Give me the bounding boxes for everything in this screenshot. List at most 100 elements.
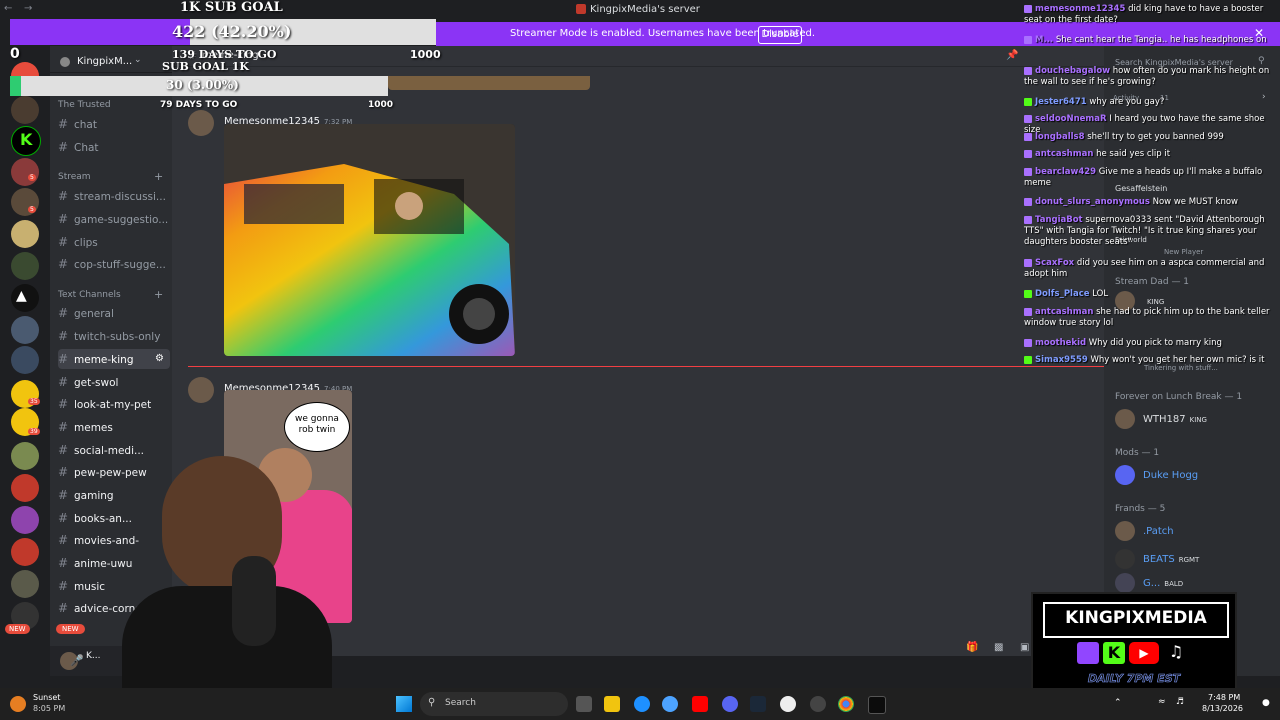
server-rail: K ▲ NEW 5 5 35 39 — [0, 46, 50, 676]
pin-icon[interactable]: 📌 — [1006, 50, 1018, 61]
channel-stream-discussion[interactable]: # stream-discussi... — [58, 186, 170, 206]
avatar — [1115, 409, 1135, 429]
chat-message: donut_slurs_anonymous Now we MUST know — [1024, 197, 1278, 208]
hash-icon: # — [58, 443, 69, 457]
category-text-channels[interactable]: Text Channels — [58, 290, 121, 300]
notification-icon[interactable]: ● — [1262, 698, 1270, 708]
terminal-icon[interactable] — [868, 696, 886, 714]
app-icon[interactable] — [662, 696, 678, 712]
steam-icon[interactable] — [750, 696, 766, 712]
server-icon-7[interactable]: ▲ — [11, 284, 39, 312]
hash-icon: # — [58, 257, 69, 271]
channel-twitch-subs-only[interactable]: # twitch-subs-only — [58, 326, 170, 346]
gift-icon[interactable]: 🎁 — [966, 642, 978, 653]
gif-icon[interactable]: ▩ — [994, 642, 1003, 653]
weather-icon[interactable] — [10, 696, 26, 712]
server-icon-6[interactable] — [11, 252, 39, 280]
channel-game-suggestions[interactable]: # game-suggestio... — [58, 209, 170, 229]
server-icon-13[interactable] — [11, 506, 39, 534]
app-icon[interactable] — [780, 696, 796, 712]
goal-progress-track: 422 (42.20%) — [10, 19, 436, 45]
server-icon-14[interactable] — [11, 538, 39, 566]
member-item[interactable]: Duke Hogg — [1115, 465, 1198, 485]
chevron-up-icon[interactable]: ⌃ — [1114, 698, 1122, 708]
kick-icon — [1024, 97, 1032, 106]
server-icon-12[interactable] — [11, 474, 39, 502]
chat-message: Simax9559 Why won't you get her her own … — [1024, 355, 1278, 366]
twitch-icon — [1024, 132, 1032, 141]
add-channel-icon[interactable]: + — [154, 288, 163, 301]
discord-icon[interactable] — [722, 696, 738, 712]
add-channel-icon[interactable]: + — [154, 170, 163, 183]
file-explorer-icon[interactable] — [604, 696, 620, 712]
hash-icon: # — [58, 397, 69, 411]
car-image[interactable] — [224, 124, 515, 356]
hash-icon: # — [58, 533, 69, 547]
windows-start-icon[interactable] — [396, 696, 412, 712]
server-badge: 39 — [28, 428, 40, 435]
channel-look-at-my-pet[interactable]: # look-at-my-pet — [58, 394, 170, 414]
avatar[interactable] — [188, 110, 214, 136]
goal-2-days-left: 79 DAYS TO GO — [160, 100, 238, 110]
hash-icon: # — [58, 329, 69, 343]
server-icon-15[interactable] — [11, 570, 39, 598]
avatar — [1115, 573, 1135, 593]
hash-icon: # — [58, 375, 69, 389]
server-icon-8[interactable] — [11, 316, 39, 344]
role-tag: BALD — [1164, 580, 1184, 588]
server-icon-kick[interactable]: K — [11, 126, 41, 156]
settings-icon[interactable]: ⚙ — [155, 349, 164, 369]
new-unreads-badge[interactable]: NEW — [56, 624, 85, 634]
logo-tagline: DAILY 7PM EST — [1087, 672, 1181, 686]
category-stream[interactable]: Stream — [58, 172, 91, 182]
twitch-icon — [1024, 215, 1032, 224]
chat-message: Dolfs_Place LOL — [1024, 289, 1278, 300]
chat-message: memesonme12345 did king have to have a b… — [1024, 4, 1264, 25]
sticker-icon[interactable]: ▣ — [1020, 642, 1029, 653]
server-icon-5[interactable] — [11, 220, 39, 248]
edge-icon[interactable] — [634, 696, 650, 712]
avatar[interactable] — [188, 377, 214, 403]
member-item[interactable]: BEATS RGMT — [1115, 549, 1199, 569]
channel-get-swol[interactable]: # get-swol — [58, 372, 170, 392]
server-icon-2[interactable] — [11, 96, 39, 124]
group-header: Mods — 1 — [1115, 448, 1160, 458]
server-icon-11[interactable] — [11, 442, 39, 470]
logo-frame: KINGPIXMEDIA — [1043, 602, 1229, 638]
channel-chat-2[interactable]: # Chat — [58, 137, 170, 157]
disable-button[interactable]: Disable — [758, 26, 802, 44]
wifi-icon[interactable]: ≈ — [1158, 697, 1166, 707]
member-item[interactable]: G... BALD — [1115, 573, 1183, 593]
search-box[interactable]: ⚲ Search — [420, 692, 568, 716]
twitch-icon — [1024, 167, 1032, 176]
member-item[interactable]: .Patch — [1115, 521, 1174, 541]
channel-cop-stuff[interactable]: # cop-stuff-sugge... — [58, 254, 170, 274]
channel-chat[interactable]: # chat — [58, 114, 170, 134]
server-icon-3[interactable] — [11, 158, 39, 186]
youtube-icon: ▶ — [1129, 642, 1159, 664]
goal-2-count: 30 (3.00%) — [166, 78, 239, 92]
chat-message: M... She cant hear the Tangia.. he has h… — [1024, 35, 1278, 46]
search-label: Search — [445, 698, 476, 708]
member-item[interactable]: WTH187 KING — [1115, 409, 1207, 429]
hash-icon: # — [58, 556, 69, 570]
logo-name: KINGPIXMEDIA — [1065, 608, 1207, 628]
new-badge: NEW — [5, 624, 30, 634]
channel-meme-king[interactable]: # meme-king ⚙ — [58, 349, 170, 369]
channel-memes[interactable]: # memes — [58, 417, 170, 437]
hash-icon: # — [58, 488, 69, 502]
channel-clips[interactable]: # clips — [58, 232, 170, 252]
server-icon-9[interactable] — [11, 346, 39, 374]
chrome-icon[interactable] — [838, 696, 854, 712]
twitch-icon — [1024, 66, 1032, 75]
window-title: KingpixMedia's server — [590, 4, 700, 15]
category-the-trusted[interactable]: The Trusted — [58, 100, 111, 110]
hash-icon: # — [58, 212, 69, 226]
task-view-icon[interactable] — [576, 696, 592, 712]
obs-icon[interactable] — [810, 696, 826, 712]
clock-date[interactable]: 8/13/2026 — [1202, 704, 1243, 713]
youtube-icon[interactable] — [692, 696, 708, 712]
volume-icon[interactable]: ♬ — [1176, 697, 1184, 707]
clock-time[interactable]: 7:48 PM — [1208, 693, 1240, 702]
channel-general[interactable]: # general — [58, 303, 170, 323]
